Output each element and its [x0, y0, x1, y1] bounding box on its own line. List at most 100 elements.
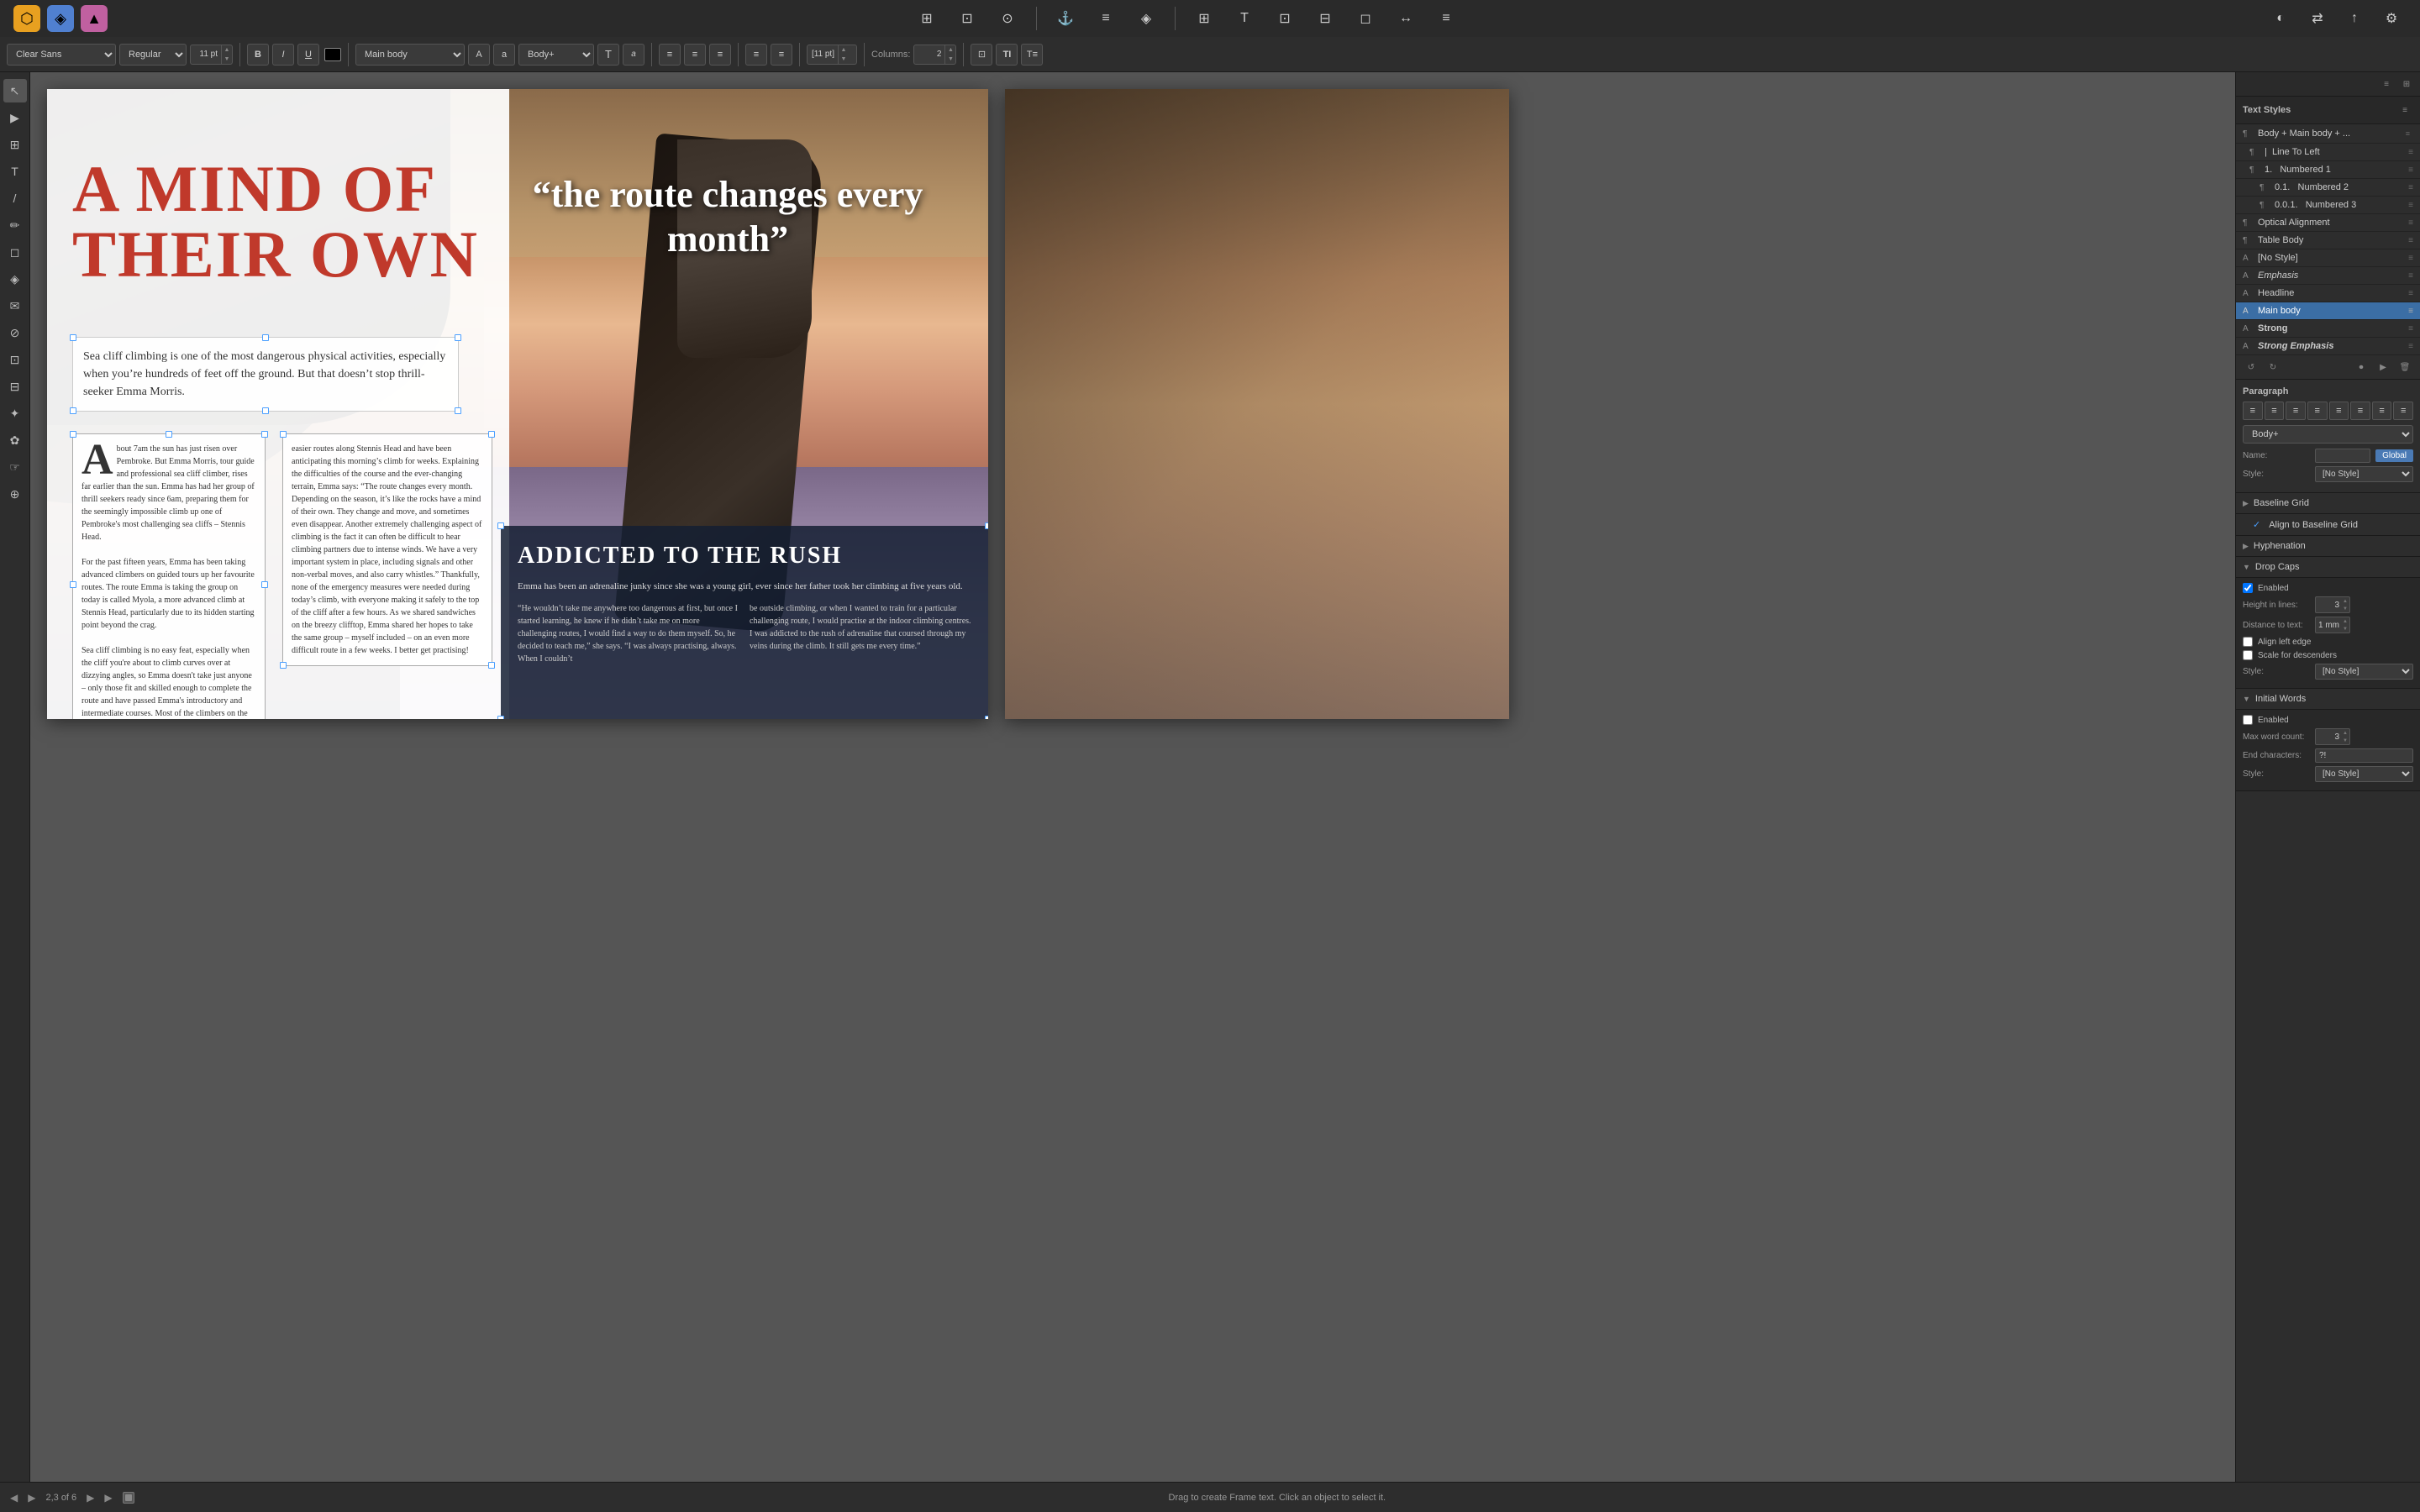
- initial-words-enabled-checkbox[interactable]: [2243, 715, 2253, 725]
- columns-up[interactable]: ▲: [945, 45, 955, 55]
- style-strong-emphasis[interactable]: A Strong Emphasis ≡: [2236, 338, 2420, 355]
- align-right-btn[interactable]: ≡: [709, 44, 731, 66]
- bottom-panel-frame[interactable]: ADDICTED TO THE RUSH Emma has been an ad…: [501, 526, 988, 719]
- leading-field[interactable]: ▲ ▼: [807, 45, 857, 65]
- global-button[interactable]: Global: [2375, 449, 2413, 462]
- style-more-icon[interactable]: ≡: [2408, 236, 2413, 245]
- app-icon-2[interactable]: ◈: [47, 5, 74, 32]
- font-size-up[interactable]: ▲: [222, 45, 232, 55]
- align-left-btn[interactable]: ≡: [659, 44, 681, 66]
- style-numbered-1[interactable]: ¶ 1. Numbered 1 ≡: [2236, 161, 2420, 179]
- app-icon-3[interactable]: ▲: [81, 5, 108, 32]
- font-size-down[interactable]: ▼: [222, 55, 232, 64]
- frame-icon[interactable]: ⊡: [1270, 3, 1300, 34]
- grid-icon[interactable]: ⊞: [1189, 3, 1219, 34]
- style-emphasis[interactable]: A Emphasis ≡: [2236, 267, 2420, 285]
- style-select[interactable]: [No Style]: [2315, 466, 2413, 482]
- tool-star[interactable]: ✦: [3, 402, 27, 425]
- style-more-icon[interactable]: ≡: [2408, 148, 2413, 157]
- max-word-input[interactable]: [2316, 732, 2341, 743]
- style-optical[interactable]: ¶ Optical Alignment ≡: [2236, 214, 2420, 232]
- scale-descenders-checkbox[interactable]: [2243, 650, 2253, 660]
- max-word-up[interactable]: ▲: [2341, 729, 2349, 737]
- color-swatch[interactable]: [324, 48, 341, 61]
- tool-zoom[interactable]: ⊕: [3, 482, 27, 506]
- zoom-icon[interactable]: ⊙: [992, 3, 1023, 34]
- text-icon[interactable]: T: [1229, 3, 1260, 34]
- tool-no[interactable]: ⊘: [3, 321, 27, 344]
- tool-text[interactable]: T: [3, 160, 27, 183]
- publish-icon[interactable]: ⊞: [912, 3, 942, 34]
- height-lines-down[interactable]: ▼: [2341, 605, 2349, 612]
- drop-caps-enabled-checkbox[interactable]: [2243, 583, 2253, 593]
- style-main-body[interactable]: A Main body ≡: [2236, 302, 2420, 320]
- align-center[interactable]: ≡: [2265, 402, 2285, 420]
- align-baseline-header[interactable]: ✓ Align to Baseline Grid: [2236, 514, 2420, 536]
- text-flow-btn[interactable]: TI: [996, 44, 1018, 66]
- style-more-icon[interactable]: ≡: [2408, 254, 2413, 263]
- para-options-btn[interactable]: A: [468, 44, 490, 66]
- style-more-icon[interactable]: ≡: [2408, 165, 2413, 175]
- baseline-grid-header[interactable]: ▶ Baseline Grid: [2236, 493, 2420, 514]
- leading-down[interactable]: ▼: [839, 55, 849, 64]
- style-strong[interactable]: A Strong ≡: [2236, 320, 2420, 338]
- style-more-icon[interactable]: ≡: [2402, 128, 2413, 139]
- body-col2-frame[interactable]: easier routes along Stennis Head and hav…: [282, 433, 492, 666]
- ordered-list-btn[interactable]: ≡: [771, 44, 792, 66]
- shape-icon[interactable]: ◻: [1350, 3, 1381, 34]
- underline-button[interactable]: U: [297, 44, 319, 66]
- nav-next-btn[interactable]: ▶: [28, 1492, 35, 1504]
- table-icon[interactable]: ⊟: [1310, 3, 1340, 34]
- style-more-icon[interactable]: ≡: [2408, 201, 2413, 210]
- style-table-body[interactable]: ¶ Table Body ≡: [2236, 232, 2420, 249]
- sync-icon[interactable]: ↺: [2243, 359, 2260, 375]
- align-icon[interactable]: ≡: [1431, 3, 1461, 34]
- hyphenation-header[interactable]: ▶ Hyphenation: [2236, 536, 2420, 557]
- frame-type-btn[interactable]: ⊡: [971, 44, 992, 66]
- tool-select[interactable]: ↖: [3, 79, 27, 102]
- style-no-style[interactable]: A [No Style] ≡: [2236, 249, 2420, 267]
- tool-hand[interactable]: ☞: [3, 455, 27, 479]
- height-lines-spinner[interactable]: ▲ ▼: [2315, 596, 2350, 613]
- distance-text-spinner[interactable]: ▲ ▼: [2315, 617, 2350, 633]
- align-justify-all[interactable]: ≡: [2329, 402, 2349, 420]
- tool-crop[interactable]: ⊞: [3, 133, 27, 156]
- arrows-icon[interactable]: ↔: [1391, 3, 1421, 34]
- play-btn[interactable]: ▶: [87, 1492, 94, 1504]
- distance-text-down[interactable]: ▼: [2341, 625, 2349, 633]
- drop-cap-style-select[interactable]: [No Style]: [2315, 664, 2413, 680]
- align-away-spine[interactable]: ≡: [2393, 402, 2413, 420]
- tool-flower[interactable]: ✿: [3, 428, 27, 452]
- char-options-btn[interactable]: a: [493, 44, 515, 66]
- initial-words-header[interactable]: ▼ Initial Words: [2236, 689, 2420, 710]
- tool-image[interactable]: ◈: [3, 267, 27, 291]
- tool-measure[interactable]: ⊡: [3, 348, 27, 371]
- style-headline[interactable]: A Headline ≡: [2236, 285, 2420, 302]
- align-left[interactable]: ≡: [2243, 402, 2263, 420]
- view-icon[interactable]: ⊡: [952, 3, 982, 34]
- layout-icon[interactable]: ≡: [1091, 3, 1121, 34]
- align-left-edge-checkbox[interactable]: [2243, 637, 2253, 647]
- style-numbered-2[interactable]: ¶ 0.1. Numbered 2 ≡: [2236, 179, 2420, 197]
- name-input[interactable]: [2315, 449, 2370, 463]
- char-style-select[interactable]: Body+: [518, 44, 594, 66]
- list-btn[interactable]: ≡: [745, 44, 767, 66]
- max-word-spinner[interactable]: ▲ ▼: [2315, 728, 2350, 745]
- font-style-select[interactable]: Regular: [119, 44, 187, 66]
- end-chars-input[interactable]: [2315, 748, 2413, 763]
- align-towards-spine[interactable]: ≡: [2372, 402, 2392, 420]
- swap-icon[interactable]: ⇄: [2302, 3, 2333, 34]
- char-style-btn2[interactable]: a: [623, 44, 644, 66]
- style-line-to-left[interactable]: ¶ | Line To Left ≡: [2236, 144, 2420, 161]
- char-style-btn[interactable]: T: [597, 44, 619, 66]
- bold-button[interactable]: B: [247, 44, 269, 66]
- paragraph-body-style[interactable]: Body+: [2243, 425, 2413, 444]
- delete-icon[interactable]: 🗑: [2396, 359, 2413, 375]
- height-lines-up[interactable]: ▲: [2341, 597, 2349, 605]
- intro-text-frame[interactable]: Sea cliff climbing is one of the most da…: [72, 337, 459, 412]
- drop-caps-header[interactable]: ▼ Drop Caps: [2236, 557, 2420, 578]
- body-col1-frame[interactable]: A bout 7am the sun has just risen over P…: [72, 433, 266, 719]
- paragraph-style-select[interactable]: Main body: [355, 44, 465, 66]
- tool-shape[interactable]: ◻: [3, 240, 27, 264]
- tool-pencil[interactable]: ✏: [3, 213, 27, 237]
